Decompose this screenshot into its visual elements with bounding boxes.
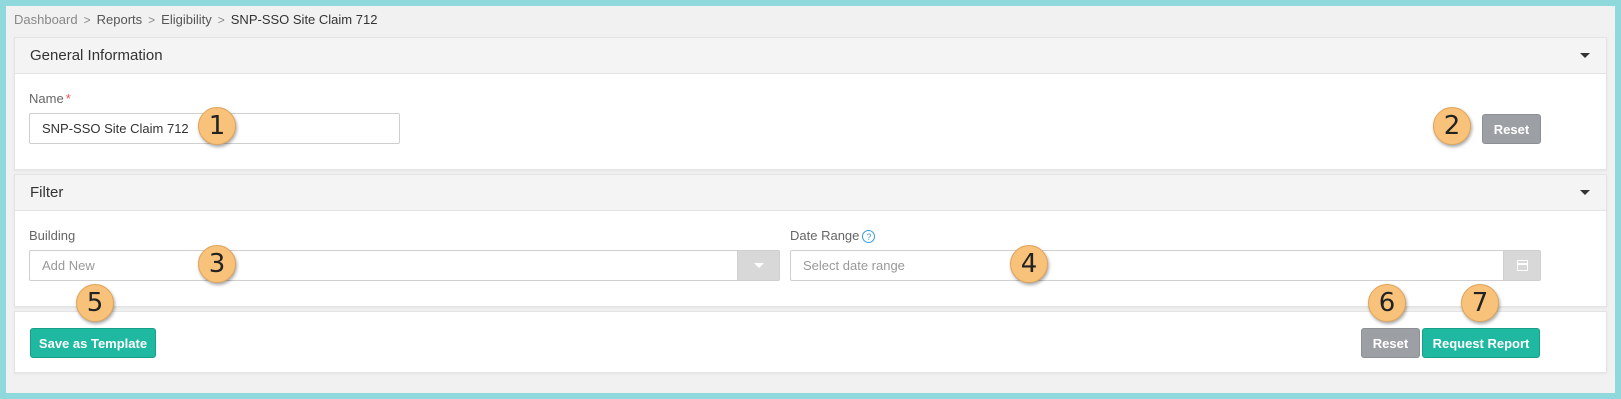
building-select[interactable]: Add New [29, 250, 780, 281]
building-label: Building [29, 228, 76, 243]
date-range-label: Date Range? [790, 228, 876, 244]
date-range-placeholder: Select date range [803, 258, 905, 273]
breadcrumb-separator: > [217, 12, 225, 27]
calendar-icon [1516, 260, 1528, 271]
required-asterisk: * [65, 91, 71, 106]
breadcrumb-eligibility[interactable]: Eligibility [161, 12, 212, 27]
annotation-badge-7: 7 [1461, 284, 1499, 322]
chevron-down-icon [753, 263, 764, 268]
building-dropdown-toggle[interactable] [737, 251, 779, 280]
reset-name-button[interactable]: Reset [1482, 114, 1541, 144]
general-information-panel: General Information Name * SNP-SSO Site C… [14, 37, 1607, 170]
annotation-badge-3: 3 [198, 245, 236, 283]
save-as-template-button[interactable]: Save as Template [30, 328, 156, 358]
breadcrumb-separator: > [148, 12, 156, 27]
name-label-text: Name [29, 91, 64, 106]
filter-header[interactable]: Filter [15, 175, 1606, 211]
breadcrumb-current: SNP-SSO Site Claim 712 [230, 12, 378, 27]
annotation-badge-2: 2 [1433, 107, 1471, 145]
help-icon[interactable]: ? [862, 230, 876, 244]
name-label: Name * [29, 91, 71, 106]
annotation-badge-4: 4 [1010, 245, 1048, 283]
breadcrumb-separator: > [83, 12, 91, 27]
general-information-header[interactable]: General Information [15, 38, 1606, 74]
collapse-caret-icon[interactable] [1580, 190, 1590, 195]
calendar-button[interactable] [1503, 251, 1540, 280]
page-frame: Dashboard > Reports > Eligibility > SNP-… [6, 6, 1615, 393]
building-placeholder: Add New [42, 258, 95, 273]
breadcrumb-reports[interactable]: Reports [97, 12, 143, 27]
breadcrumb: Dashboard > Reports > Eligibility > SNP-… [14, 12, 377, 27]
request-report-button[interactable]: Request Report [1422, 328, 1540, 358]
reset-button[interactable]: Reset [1361, 328, 1420, 358]
general-information-title: General Information [30, 47, 163, 64]
breadcrumb-dashboard[interactable]: Dashboard [14, 12, 78, 27]
name-input-value: SNP-SSO Site Claim 712 [42, 121, 189, 136]
annotation-badge-6: 6 [1368, 284, 1406, 322]
actions-panel: Save as Template Reset Request Report [14, 311, 1607, 373]
annotation-badge-1: 1 [198, 107, 236, 145]
filter-title: Filter [30, 184, 64, 201]
collapse-caret-icon[interactable] [1580, 53, 1590, 58]
annotation-badge-5: 5 [76, 284, 114, 322]
date-range-label-text: Date Range [790, 228, 860, 243]
date-range-input[interactable]: Select date range [790, 250, 1541, 281]
filter-panel: Filter Building Add New Date Range? Sele… [14, 174, 1607, 307]
